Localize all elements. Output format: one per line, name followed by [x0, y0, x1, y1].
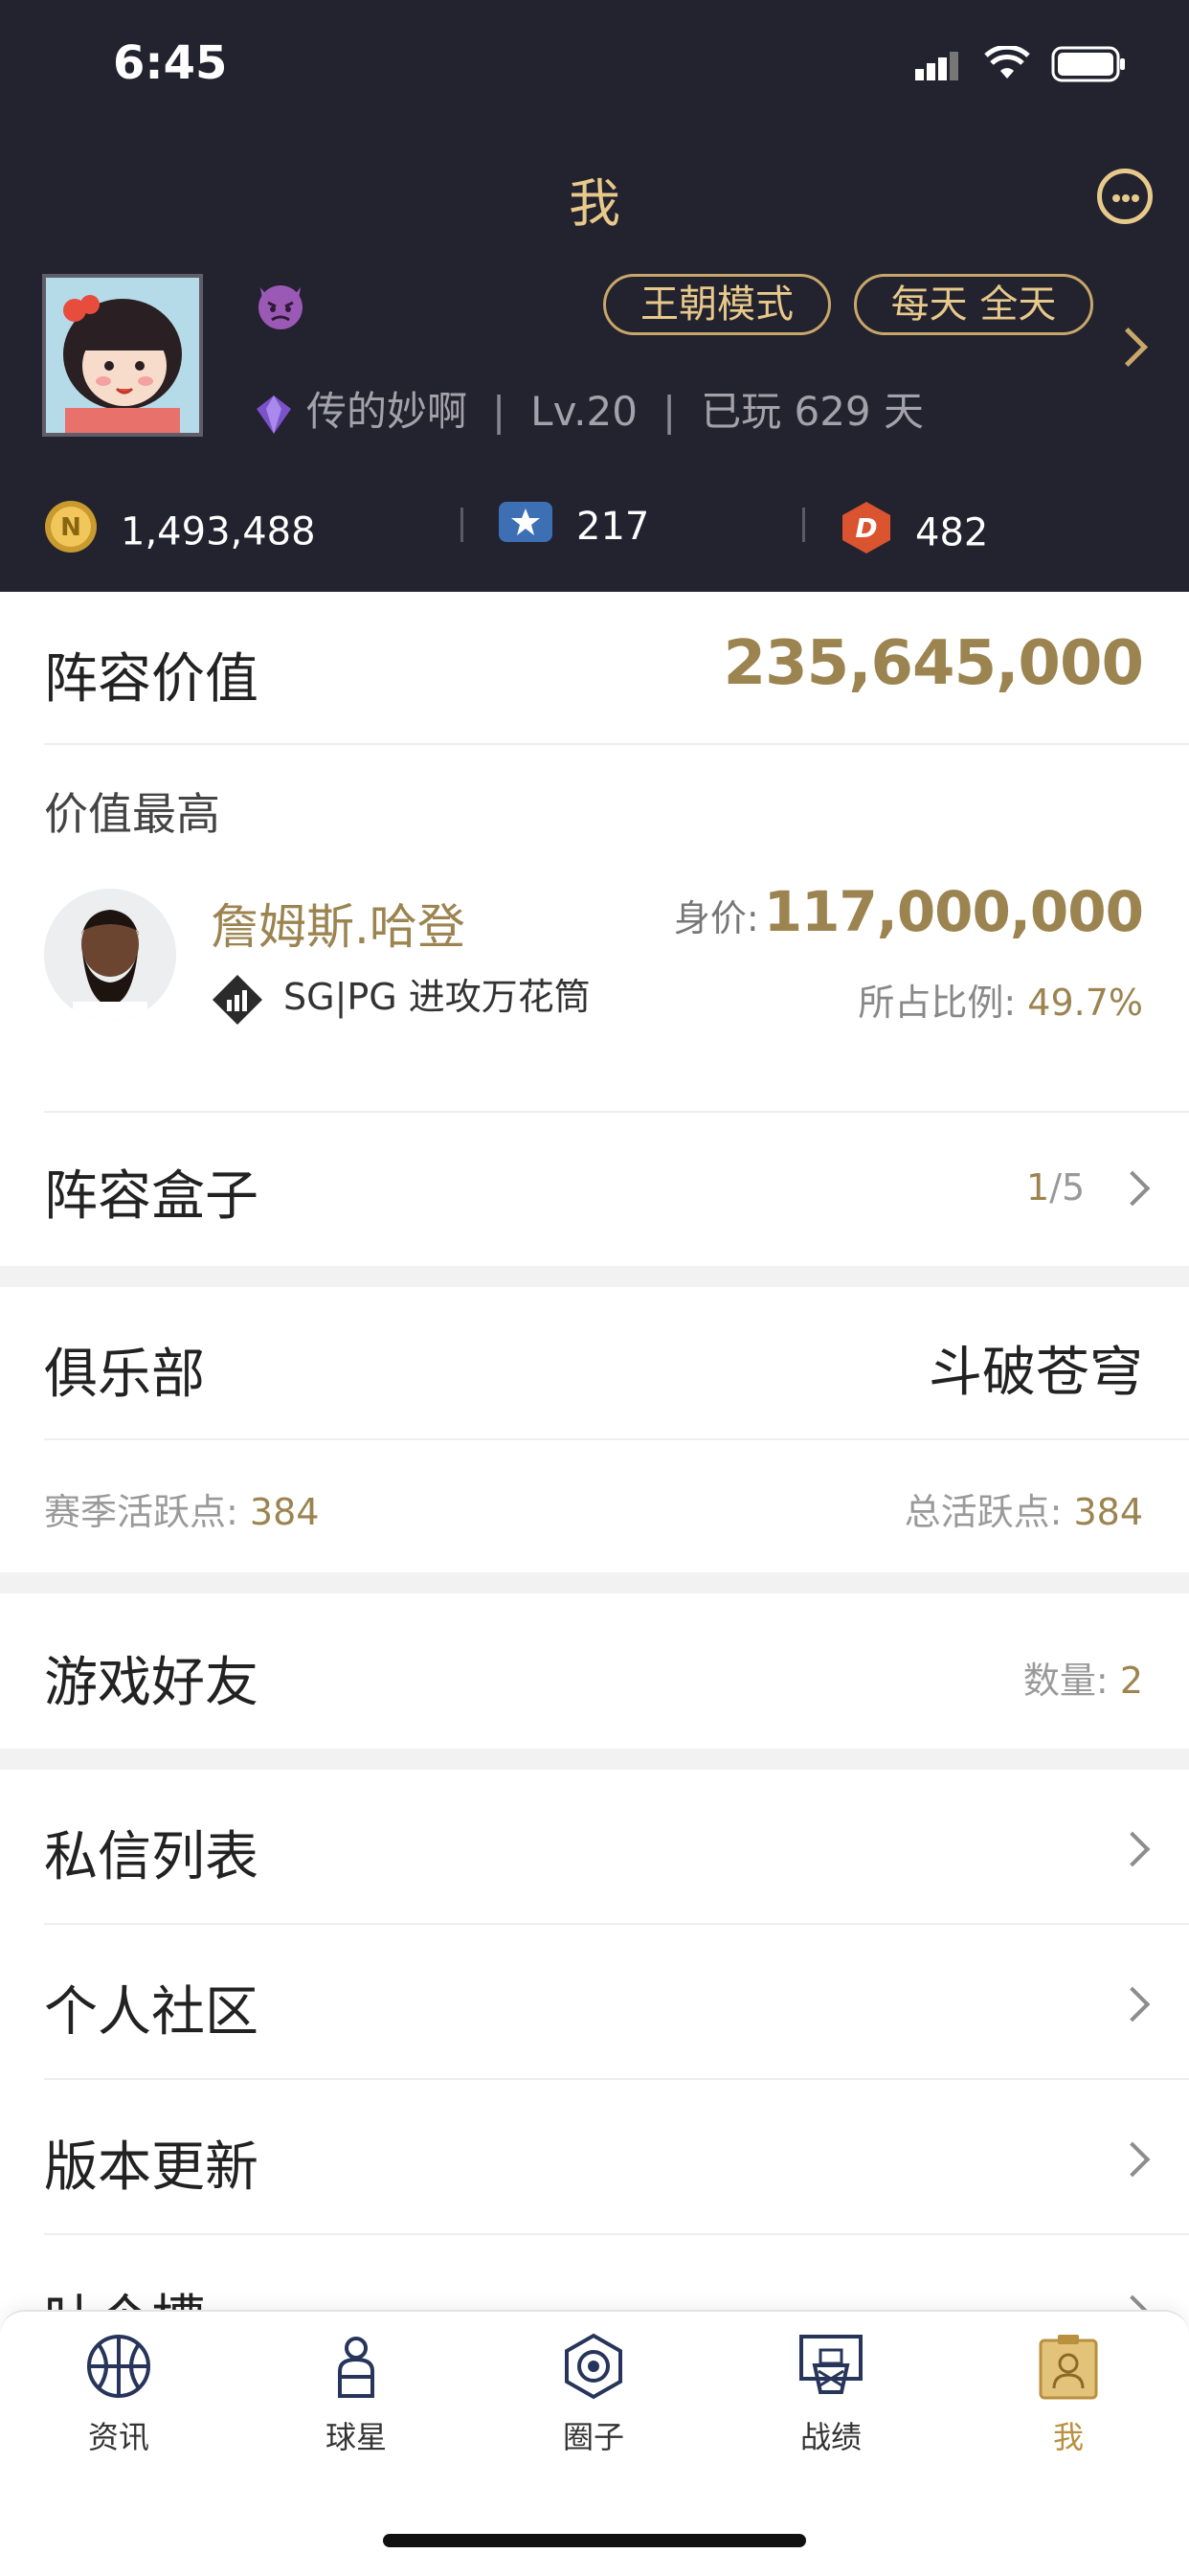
wifi-icon — [984, 44, 1030, 84]
rank-diamond-icon — [255, 394, 293, 436]
friends-count: 数量: 2 — [1023, 1651, 1143, 1704]
lineup-value-label: 阵容价值 — [44, 648, 258, 711]
player-position: SG|PG 进攻万花筒 — [211, 967, 591, 1027]
devil-emoji-icon — [251, 274, 310, 333]
total-activity-value: 384 — [1073, 1491, 1143, 1533]
friends-count-value: 2 — [1119, 1660, 1143, 1702]
currency-coins: N 1,493,488 — [44, 500, 316, 568]
player-ratio: 所占比例: 49.7% — [858, 973, 1143, 1026]
currency-tickets: 217 — [498, 500, 649, 557]
d-gem-icon: D — [841, 500, 892, 570]
player-name[interactable]: 詹姆斯.哈登 — [211, 889, 465, 958]
tab-label: 球星 — [325, 2419, 387, 2455]
friends-count-label: 数量: — [1022, 1660, 1109, 1702]
divider — [44, 1438, 1189, 1440]
divider — [460, 508, 463, 542]
lineup-value: 235,645,000 — [723, 628, 1144, 699]
tab-circle[interactable]: 圈子 — [498, 2333, 689, 2457]
total-activity-label: 总活跃点: — [904, 1491, 1063, 1533]
friends-label: 游戏好友 — [44, 1652, 258, 1714]
menu-label: 私信列表 — [44, 1826, 258, 1888]
tab-me[interactable]: 我 — [973, 2333, 1164, 2457]
profile-card-icon — [1039, 2335, 1098, 2400]
menu-label: 版本更新 — [44, 2136, 258, 2199]
lineup-box-count: 1/5 — [1026, 1166, 1085, 1209]
ratio-value: 49.7% — [1027, 982, 1143, 1024]
currency-gems: D 482 — [841, 500, 988, 570]
tab-label: 我 — [1052, 2419, 1084, 2455]
username: 传的妙啊 — [306, 388, 468, 435]
box-total: /5 — [1049, 1166, 1086, 1209]
position-text: SG|PG 进攻万花筒 — [283, 976, 591, 1018]
player-icon — [338, 2337, 374, 2398]
status-time: 6:45 — [113, 36, 228, 90]
season-activity: 赛季活跃点: 384 — [44, 1482, 319, 1535]
tab-record[interactable]: 战绩 — [735, 2333, 927, 2457]
basketball-icon — [87, 2335, 150, 2398]
circle-icon — [565, 2333, 622, 2400]
box-current: 1 — [1026, 1166, 1050, 1209]
profile-meta: 传的妙啊 | Lv.20 | 已玩 629 天 — [255, 379, 924, 438]
section-gap — [0, 1749, 1189, 1770]
mode-tag[interactable]: 王朝模式 — [603, 274, 831, 335]
tab-label: 圈子 — [562, 2419, 624, 2455]
hoop-icon — [799, 2335, 863, 2394]
svg-text:N: N — [60, 513, 81, 542]
section-gap — [0, 1266, 1189, 1287]
home-indicator[interactable] — [383, 2534, 806, 2547]
price-value: 117,000,000 — [763, 879, 1144, 944]
divider — [802, 508, 805, 542]
ratio-label: 所占比例: — [858, 982, 1017, 1024]
page-title: 我 — [569, 173, 620, 234]
season-activity-value: 384 — [249, 1491, 320, 1533]
top-value-label: 价值最高 — [44, 788, 220, 840]
club-label: 俱乐部 — [44, 1344, 205, 1406]
n-coin-icon: N — [44, 500, 98, 568]
tab-news[interactable]: 资讯 — [23, 2333, 214, 2457]
player-price: 身价: 117,000,000 — [673, 879, 1144, 944]
coin-value: 1,493,488 — [121, 509, 316, 554]
signal-icon — [915, 50, 969, 80]
tab-label: 战绩 — [799, 2419, 862, 2455]
star-ticket-icon — [498, 501, 553, 557]
days-played: 已玩 629 天 — [701, 388, 924, 435]
svg-text:D: D — [855, 512, 877, 544]
club-name[interactable]: 斗破苍穹 — [929, 1329, 1143, 1407]
tab-label: 资讯 — [87, 2419, 149, 2455]
total-activity: 总活跃点: 384 — [905, 1482, 1143, 1535]
section-gap — [0, 1572, 1189, 1593]
player-avatar[interactable] — [44, 889, 176, 1021]
price-label: 身价: — [673, 897, 759, 939]
battery-icon — [1051, 46, 1126, 86]
avatar[interactable] — [42, 274, 203, 437]
schedule-tag[interactable]: 每天 全天 — [854, 274, 1093, 335]
ticket-value: 217 — [576, 505, 650, 549]
level: Lv.20 — [530, 388, 638, 435]
menu-label: 个人社区 — [44, 1981, 258, 2044]
chat-bubble-icon[interactable] — [1097, 169, 1153, 224]
gem-value: 482 — [915, 510, 989, 555]
attack-diamond-icon — [211, 973, 264, 1027]
lineup-box-label: 阵容盒子 — [44, 1165, 258, 1228]
divider — [44, 743, 1189, 745]
tab-players[interactable]: 球星 — [260, 2333, 452, 2457]
season-activity-label: 赛季活跃点: — [44, 1491, 238, 1533]
